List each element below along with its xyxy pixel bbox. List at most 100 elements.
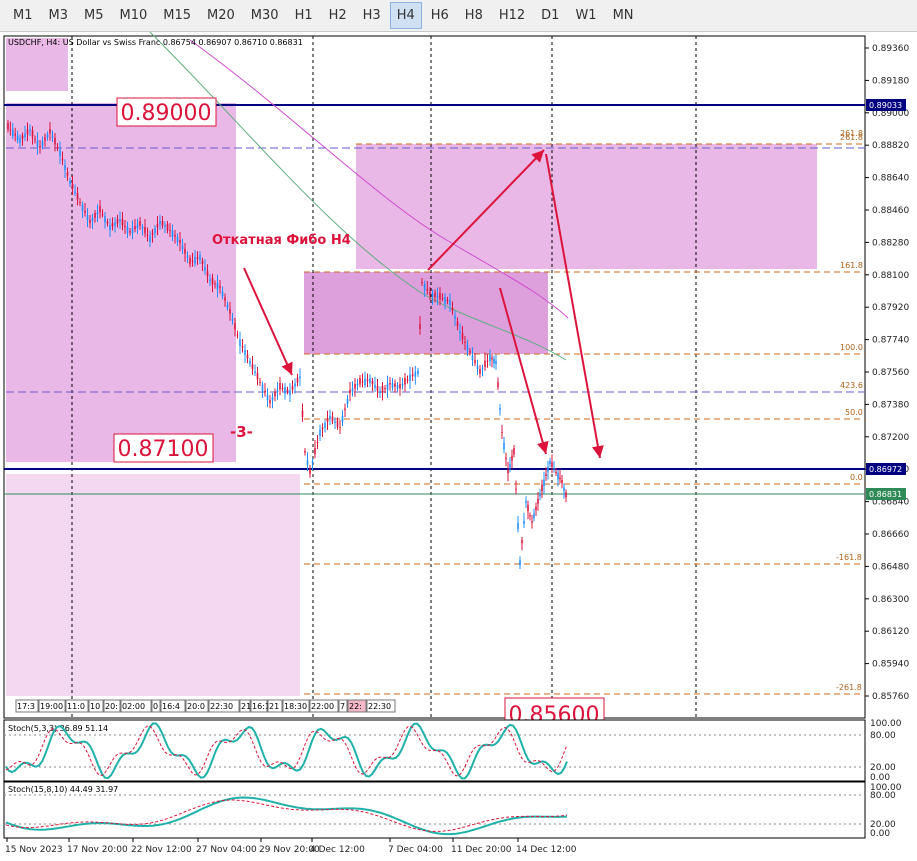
candle-body (96, 212, 99, 214)
timeframe-m5[interactable]: M5 (77, 2, 111, 29)
candle-body (59, 149, 61, 156)
timeframe-d1[interactable]: D1 (534, 2, 566, 29)
candle-body (429, 292, 431, 296)
price-tick-label: 0.85940 (872, 660, 909, 670)
candle-body (561, 480, 563, 484)
price-tick-label: 0.88640 (872, 174, 909, 184)
candle-body (525, 501, 527, 503)
candle-body (464, 342, 466, 343)
fibo-label: 0.0 (850, 473, 863, 482)
session-label: 22:30 (368, 702, 391, 711)
candle-body (451, 307, 454, 311)
candle-body (505, 457, 507, 460)
fibo-label: 100.0 (840, 343, 863, 352)
timeframe-h8[interactable]: H8 (458, 2, 490, 29)
candle-body (146, 234, 149, 236)
label-0.89000[interactable]: 0.89000 (116, 97, 217, 127)
candle-body (211, 277, 214, 285)
zone-left (6, 103, 236, 462)
candle-body (486, 360, 489, 362)
price-tag-top-text: 0.89033 (869, 101, 902, 110)
candle-body (531, 521, 533, 523)
candle-body (314, 448, 316, 455)
candle-body (49, 129, 51, 134)
timeframe-h4[interactable]: H4 (389, 2, 422, 29)
candle-body (221, 291, 224, 297)
candle-body (515, 488, 517, 490)
candle-body (421, 282, 423, 283)
candle-body (124, 226, 126, 227)
candle-body (154, 228, 156, 233)
candle-body (521, 540, 523, 544)
candle-body (279, 383, 281, 390)
candle-body (134, 226, 136, 230)
big-label-top: 0.89000 (121, 101, 212, 126)
timeframe-m3[interactable]: M3 (42, 2, 76, 29)
zone-lower-left (6, 474, 300, 696)
candle-body (276, 390, 279, 392)
timeframe-h1[interactable]: H1 (288, 2, 320, 29)
session-label: 10 (90, 702, 100, 711)
candle-body (563, 487, 565, 491)
candle-body (519, 560, 521, 565)
price-tick-label: 0.88460 (872, 206, 909, 216)
candle-body (36, 140, 39, 147)
timeframe-h12[interactable]: H12 (492, 2, 532, 29)
candle-body (191, 260, 194, 262)
label-0.87100[interactable]: 0.87100 (113, 433, 214, 463)
timeframe-m30[interactable]: M30 (244, 2, 286, 29)
timeframe-h6[interactable]: H6 (424, 2, 456, 29)
zone-middle (304, 272, 548, 354)
timeframe-m15[interactable]: M15 (156, 2, 198, 29)
timeframe-w1[interactable]: W1 (568, 2, 603, 29)
candle-body (423, 283, 426, 290)
candle-body (359, 378, 361, 385)
candle-body (366, 379, 369, 382)
candle-body (241, 346, 244, 348)
candle-body (101, 214, 104, 216)
candle-body (209, 279, 211, 281)
candle-body (41, 141, 44, 147)
session-label: 22:00 (311, 702, 334, 711)
candle-body (296, 377, 299, 383)
timeframe-mn[interactable]: MN (606, 2, 641, 29)
candle-body (479, 369, 481, 374)
candle-body (71, 184, 74, 189)
price-tick-label: 0.89180 (872, 76, 909, 86)
price-tick-label: 0.88100 (872, 271, 909, 281)
session-label: 21 (241, 702, 251, 711)
candle-body (489, 354, 491, 361)
chart-area[interactable]: 0.89000 0.87100 0.85600 Откатная Фибо H4… (0, 32, 917, 861)
timeframe-h2[interactable]: H2 (322, 2, 354, 29)
candle-body (171, 230, 174, 237)
timeframe-m20[interactable]: M20 (200, 2, 242, 29)
candle-body (111, 223, 114, 227)
candle-body (493, 358, 495, 364)
candle-body (549, 460, 551, 464)
price-tick-label: 0.87560 (872, 368, 909, 378)
price-tick-label: 0.85760 (872, 692, 909, 702)
candle-body (266, 395, 269, 400)
candle-body (444, 297, 446, 304)
candle-body (541, 484, 543, 492)
candle-body (454, 315, 456, 319)
time-label: 22 Nov 12:00 (131, 845, 192, 855)
candle-body (34, 138, 36, 140)
candle-body (51, 136, 54, 138)
candle-body (9, 129, 12, 131)
candle-body (116, 218, 119, 224)
candle-body (39, 146, 41, 148)
timeframe-m1[interactable]: M1 (6, 2, 40, 29)
time-label: 14 Dec 12:00 (516, 845, 577, 855)
candle-body (174, 235, 176, 237)
candle-body (511, 455, 513, 461)
candle-body (426, 289, 429, 291)
candle-body (256, 373, 259, 380)
timeframe-m10[interactable]: M10 (113, 2, 155, 29)
candle-body (249, 360, 251, 364)
candle-body (529, 515, 531, 517)
timeframe-h3[interactable]: H3 (356, 2, 388, 29)
price-tick-label: 0.86300 (872, 595, 909, 605)
time-label: 17 Nov 20:00 (67, 845, 128, 855)
session-label: 17:3 (17, 702, 35, 711)
